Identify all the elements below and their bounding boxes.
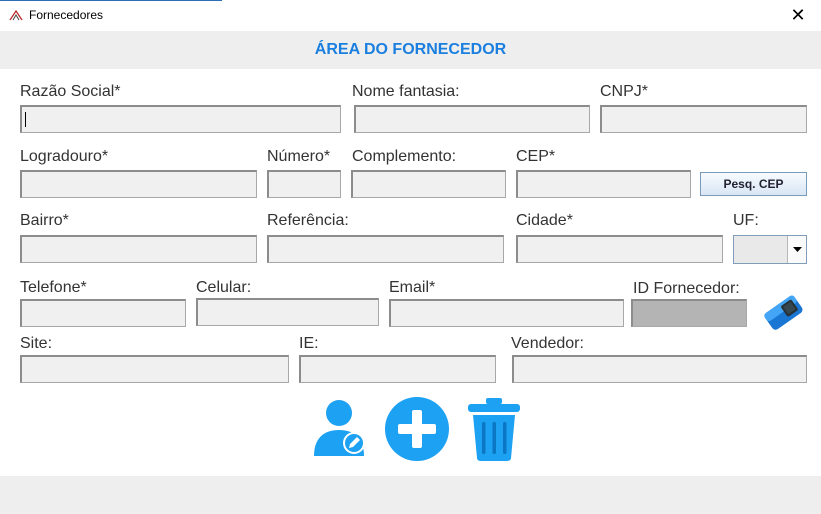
logradouro-input[interactable] xyxy=(20,170,257,198)
cnpj-input[interactable] xyxy=(600,105,807,133)
razao-social-input[interactable] xyxy=(20,105,341,133)
cidade-label: Cidade* xyxy=(516,212,573,229)
chevron-down-icon xyxy=(792,247,802,252)
app-logo-icon xyxy=(9,9,23,21)
ie-input[interactable] xyxy=(299,355,496,383)
numero-label: Número* xyxy=(267,148,331,165)
razao-social-label: Razão Social* xyxy=(20,83,121,100)
vendedor-input[interactable] xyxy=(512,355,807,383)
nome-fantasia-label: Nome fantasia: xyxy=(352,83,460,100)
telefone-label: Telefone* xyxy=(20,279,87,296)
nome-fantasia-input[interactable] xyxy=(354,105,590,133)
complemento-input[interactable] xyxy=(351,170,506,198)
ie-label: IE: xyxy=(299,335,319,352)
celular-label: Celular: xyxy=(196,279,252,296)
cidade-input[interactable] xyxy=(516,235,723,263)
section-header: ÁREA DO FORNECEDOR xyxy=(0,31,821,69)
section-title: ÁREA DO FORNECEDOR xyxy=(314,41,507,58)
site-input[interactable] xyxy=(20,355,289,383)
site-label: Site: xyxy=(20,335,53,352)
footer-bar xyxy=(0,476,821,514)
id-fornecedor-input xyxy=(631,299,747,327)
eraser-icon[interactable] xyxy=(757,289,809,335)
close-button[interactable]: ✕ xyxy=(775,0,821,31)
referencia-input[interactable] xyxy=(267,235,504,263)
complemento-label: Complemento: xyxy=(352,148,457,165)
bairro-input[interactable] xyxy=(20,235,257,263)
bairro-label: Bairro* xyxy=(20,212,69,229)
plus-circle-icon[interactable] xyxy=(384,396,450,462)
numero-input[interactable] xyxy=(267,170,341,198)
telefone-input[interactable] xyxy=(20,299,186,327)
trash-icon[interactable] xyxy=(465,396,523,462)
cnpj-label: CNPJ* xyxy=(600,83,649,100)
celular-input[interactable] xyxy=(196,298,379,326)
referencia-label: Referência: xyxy=(267,212,349,229)
id-fornecedor-label: ID Fornecedor: xyxy=(633,280,740,297)
text-cursor xyxy=(25,112,26,127)
titlebar-accent-line xyxy=(0,0,222,1)
window-titlebar: Fornecedores ✕ xyxy=(0,0,821,31)
email-label: Email* xyxy=(389,279,436,296)
vendedor-label: Vendedor: xyxy=(511,335,584,352)
user-edit-icon[interactable] xyxy=(310,396,368,460)
pesquisar-cep-button[interactable]: Pesq. CEP xyxy=(700,172,807,196)
logradouro-label: Logradouro* xyxy=(20,148,109,165)
window-title: Fornecedores xyxy=(29,8,104,22)
uf-dropdown-button[interactable] xyxy=(787,236,806,263)
cep-label: CEP* xyxy=(516,148,556,165)
uf-label: UF: xyxy=(733,212,759,229)
uf-select[interactable] xyxy=(733,235,807,264)
cep-input[interactable] xyxy=(516,170,691,198)
email-input[interactable] xyxy=(389,299,624,327)
